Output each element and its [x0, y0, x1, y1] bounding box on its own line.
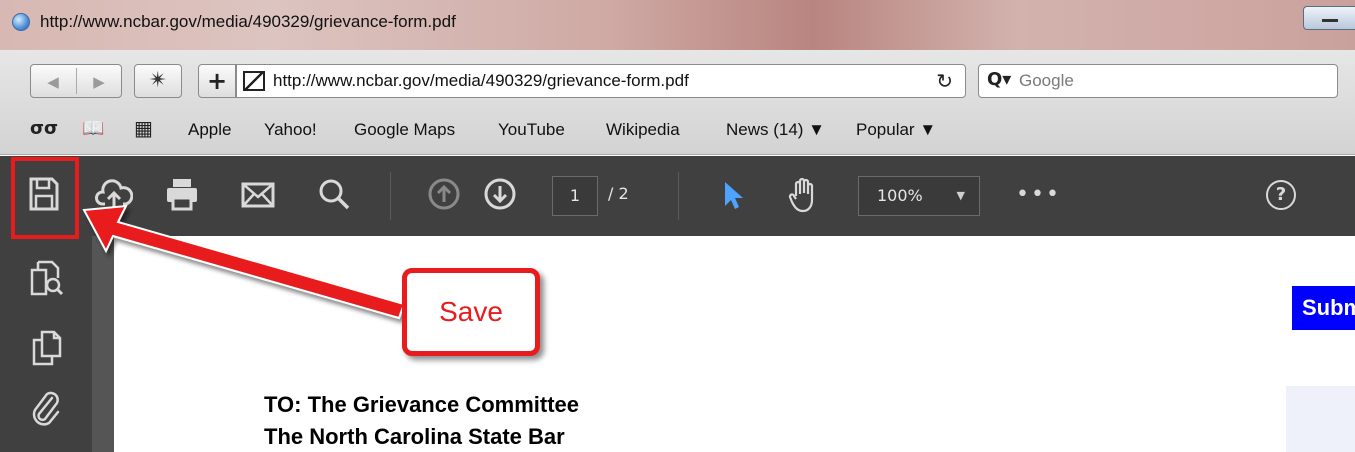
- search-input[interactable]: [1019, 71, 1319, 91]
- more-options-button[interactable]: •••: [1016, 182, 1061, 207]
- document-area: Submit TO: The Grievance Committee The N…: [92, 236, 1355, 452]
- toolbar-divider: [390, 172, 391, 220]
- bookmark-wikipedia[interactable]: Wikipedia: [606, 120, 680, 140]
- bookmark-yahoo[interactable]: Yahoo!: [264, 120, 317, 140]
- hand-icon: [788, 177, 814, 213]
- email-button[interactable]: [236, 176, 280, 216]
- pdf-sidebar: [0, 236, 92, 452]
- pdf-favicon-icon: [243, 71, 265, 91]
- pdf-page: Submit TO: The Grievance Committee The N…: [114, 236, 1355, 452]
- address-bar[interactable]: http://www.ncbar.gov/media/490329/grieva…: [236, 64, 966, 98]
- document-heading-line1: TO: The Grievance Committee: [264, 392, 580, 417]
- toolbar-divider: [678, 172, 679, 220]
- page-number-input[interactable]: 1: [552, 176, 598, 216]
- arrow-up-circle-icon: [428, 178, 460, 210]
- grid-icon[interactable]: ▦: [134, 116, 153, 140]
- save-callout: Save: [402, 268, 540, 356]
- paperclip-icon[interactable]: [28, 388, 64, 428]
- select-tool-button[interactable]: [712, 176, 752, 216]
- search-bar[interactable]: Q▾: [978, 64, 1338, 98]
- hand-tool-button[interactable]: [782, 176, 826, 216]
- browser-toolbar: ◀ ▶ ✴ + http://www.ncbar.gov/media/49032…: [0, 50, 1355, 155]
- arrow-down-circle-icon: [484, 178, 516, 210]
- add-bookmark-button[interactable]: +: [198, 64, 236, 98]
- bookmarks-bar: σσ 📖 ▦ Apple Yahoo! Google Maps YouTube …: [0, 114, 1355, 148]
- extension-icon: ✴: [148, 68, 168, 93]
- magnifier-icon: [319, 179, 350, 210]
- bookmark-apple[interactable]: Apple: [188, 120, 231, 140]
- mail-icon: [241, 182, 275, 208]
- bookmark-google-maps[interactable]: Google Maps: [354, 120, 455, 140]
- minimize-button[interactable]: [1303, 6, 1355, 30]
- help-button[interactable]: ?: [1266, 180, 1296, 210]
- bookmark-youtube[interactable]: YouTube: [498, 120, 565, 140]
- zoom-select[interactable]: 100% ▼: [858, 176, 980, 216]
- document-search-icon[interactable]: [26, 258, 66, 298]
- reload-icon[interactable]: ↻: [936, 69, 953, 93]
- bookmark-news[interactable]: News (14) ▼: [726, 120, 825, 140]
- extension-button[interactable]: ✴: [134, 64, 182, 98]
- pdf-toolbar: 1 / 2 100% ▼ ••• ?: [0, 156, 1355, 236]
- nav-buttons: ◀ ▶: [30, 64, 122, 98]
- book-icon[interactable]: 📖: [82, 118, 104, 139]
- window-title: http://www.ncbar.gov/media/490329/grieva…: [40, 12, 456, 31]
- save-highlight-box: [11, 157, 79, 239]
- document-heading-line2: The North Carolina State Bar: [264, 424, 565, 449]
- next-page-button[interactable]: [478, 176, 522, 216]
- globe-icon: [12, 13, 30, 31]
- previous-page-button[interactable]: [422, 176, 466, 216]
- cloud-upload-button[interactable]: [92, 176, 136, 216]
- chevron-down-icon: ▼: [956, 189, 965, 202]
- find-button[interactable]: [312, 176, 356, 216]
- pages-copy-icon[interactable]: [28, 328, 66, 368]
- search-icon[interactable]: Q▾: [987, 69, 1011, 90]
- bookmark-popular[interactable]: Popular ▼: [856, 120, 936, 140]
- page-total: / 2: [608, 184, 629, 203]
- url-text[interactable]: http://www.ncbar.gov/media/490329/grieva…: [273, 71, 689, 91]
- form-field-region: [1286, 386, 1355, 452]
- submit-button[interactable]: Submit: [1292, 286, 1355, 330]
- forward-button[interactable]: ▶: [79, 70, 119, 94]
- window-titlebar: http://www.ncbar.gov/media/490329/grieva…: [0, 0, 1355, 50]
- nav-separator: [76, 68, 77, 94]
- cloud-upload-icon: [95, 179, 134, 208]
- print-button[interactable]: [160, 176, 204, 216]
- reading-glasses-icon[interactable]: σσ: [30, 118, 58, 139]
- zoom-value: 100%: [877, 186, 923, 205]
- cursor-arrow-icon: [725, 182, 743, 209]
- back-button[interactable]: ◀: [33, 70, 73, 94]
- print-icon: [167, 179, 197, 211]
